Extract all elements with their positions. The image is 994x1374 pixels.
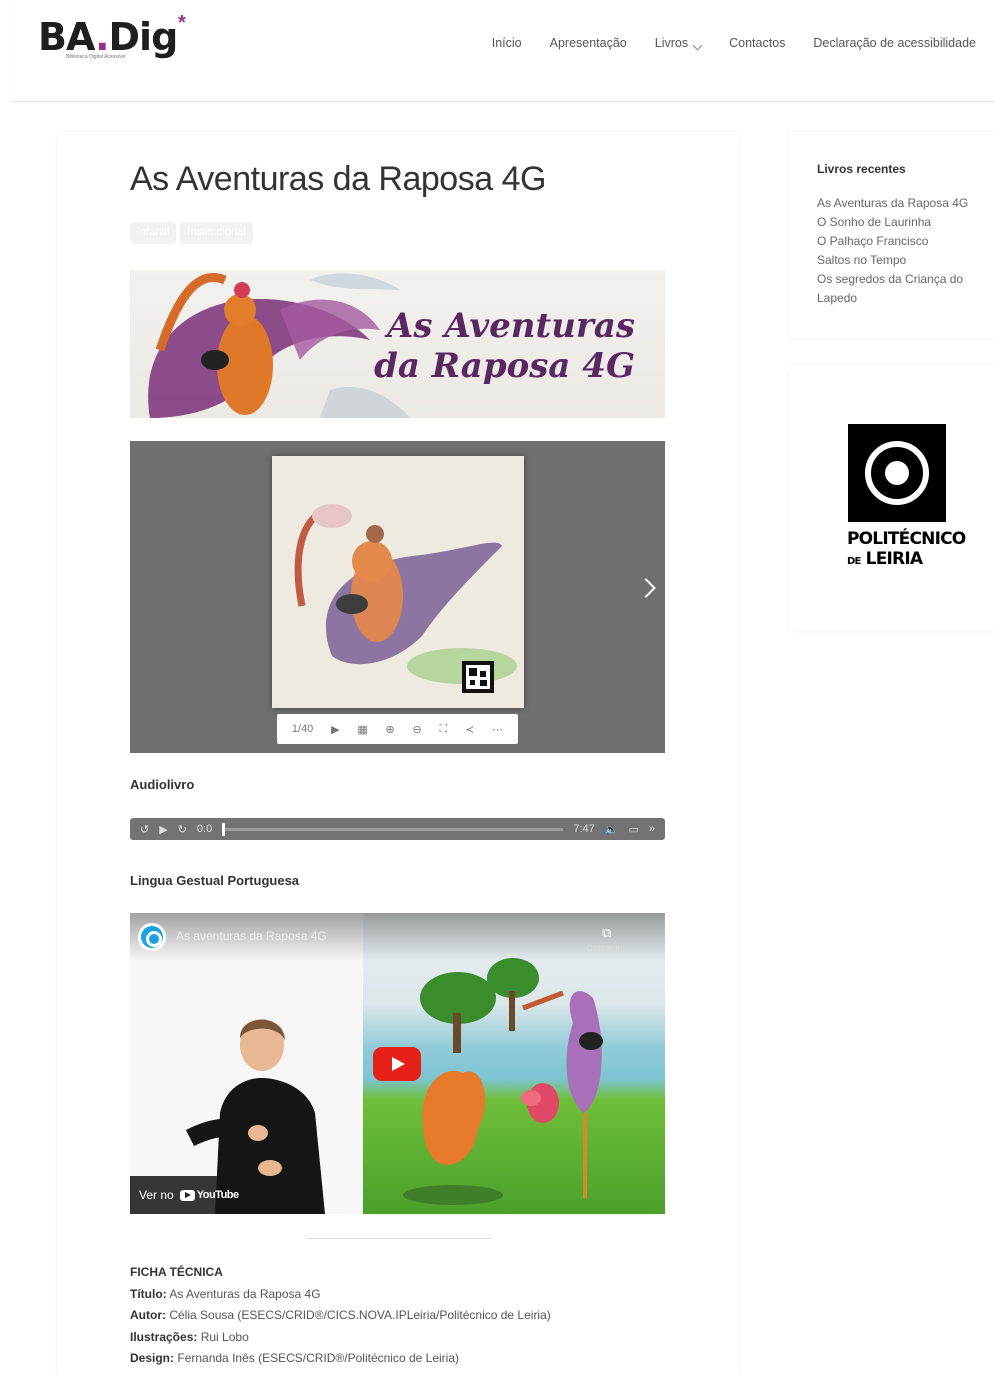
watch-on-youtube-button[interactable]: Ver no YouTube — [130, 1176, 242, 1214]
partner-name: POLITÉCNICO DE LEIRIA — [847, 529, 966, 569]
banner-title: As Aventuras da Raposa 4G — [374, 306, 635, 386]
youtube-embed[interactable]: As aventuras da Raposa 4G ⧉ Copiar li... … — [130, 913, 665, 1214]
video-title[interactable]: As aventuras da Raposa 4G — [176, 929, 327, 943]
technical-sheet: FICHA TÉCNICA Título: As Aventuras da Ra… — [130, 1262, 551, 1370]
recent-book-link[interactable]: As Aventuras da Raposa 4G — [817, 194, 987, 213]
nav-livros[interactable]: Livros — [655, 36, 703, 50]
volume-icon[interactable]: 🔈 — [605, 823, 619, 836]
tag-infantil[interactable]: Infantil — [130, 222, 177, 244]
divider — [306, 1238, 492, 1239]
page-indicator: 1/40 — [291, 723, 314, 735]
copy-icon: ⧉ — [602, 925, 612, 940]
audio-duration: 7:47 — [573, 823, 595, 835]
logo-star-icon: * — [178, 12, 186, 34]
audio-play-icon[interactable]: ▶ — [159, 823, 167, 836]
play-icon[interactable]: ▶ — [331, 723, 339, 736]
audio-current-time: 0:0 — [196, 823, 213, 835]
forward-icon[interactable]: ↻ — [178, 823, 187, 836]
audio-player[interactable]: ↺ ▶ ↻ 0:0 7:47 🔈 ▭ » — [130, 818, 665, 840]
audio-progress-handle[interactable] — [222, 822, 226, 836]
politecnico-leiria-logo-icon[interactable] — [848, 424, 946, 522]
site-header: BA.Dig * Biblioteca Digital Acessível In… — [10, 0, 994, 102]
flipbook-toolbar: 1/40 ▶ ▦ ⊕ ⊖ ⛶ ≺ ⋯ — [277, 714, 518, 744]
channel-avatar[interactable] — [138, 923, 166, 951]
nav-acessibilidade[interactable]: Declaração de acessibilidade — [813, 36, 976, 50]
flipbook-viewer[interactable]: 1/40 ▶ ▦ ⊕ ⊖ ⛶ ≺ ⋯ — [130, 441, 665, 753]
partner-logo-widget: POLITÉCNICO DE LEIRIA — [789, 365, 994, 631]
grid-icon[interactable]: ▦ — [357, 723, 367, 736]
recent-book-link[interactable]: Saltos no Tempo — [817, 251, 987, 270]
nav-contactos[interactable]: Contactos — [729, 36, 785, 50]
audio-progress-bar[interactable] — [222, 822, 564, 836]
ficha-row: Ilustrações: Rui Lobo — [130, 1329, 249, 1344]
rewind-icon[interactable]: ↺ — [140, 823, 149, 836]
copy-link-button[interactable]: ⧉ Copiar li... — [586, 925, 627, 953]
ficha-row: Título: As Aventuras da Raposa 4G — [130, 1286, 321, 1301]
audio-label: Audiolivro — [130, 777, 195, 792]
nav-apresentacao[interactable]: Apresentação — [550, 36, 627, 50]
sign-language-label: Lingua Gestual Portuguesa — [130, 873, 300, 888]
page-title: As Aventuras da Raposa 4G — [130, 160, 546, 198]
site-logo[interactable]: BA.Dig * Biblioteca Digital Acessível — [38, 12, 208, 74]
chevron-down-icon — [692, 40, 703, 50]
zoom-out-icon[interactable]: ⊖ — [413, 723, 422, 736]
recent-books-heading: Livros recentes — [817, 162, 906, 176]
tag-institucional[interactable]: Institucional — [180, 222, 253, 244]
cover-illustration — [272, 456, 524, 708]
main-nav: Início Apresentação Livros Contactos Dec… — [492, 36, 976, 50]
zoom-in-icon[interactable]: ⊕ — [386, 723, 395, 736]
ficha-row: Autor: Célia Sousa (ESECS/CRID®/CICS.NOV… — [130, 1308, 551, 1322]
fullscreen-icon[interactable]: ⛶ — [440, 723, 448, 736]
youtube-play-button[interactable] — [373, 1047, 421, 1081]
ficha-row: Design: Fernanda Inês (ESECS/CRID®/Polit… — [130, 1351, 459, 1365]
recent-books-list: As Aventuras da Raposa 4G O Sonho de Lau… — [817, 194, 987, 308]
logo-subtitle: Biblioteca Digital Acessível — [66, 54, 126, 60]
more-controls-icon[interactable]: » — [649, 823, 655, 835]
next-page-icon[interactable] — [636, 578, 656, 598]
recent-book-link[interactable]: O Sonho de Laurinha — [817, 213, 987, 232]
more-icon[interactable]: ⋯ — [492, 723, 503, 736]
book-banner-image: As Aventuras da Raposa 4G — [130, 270, 665, 418]
recent-book-link[interactable]: O Palhaço Francisco — [817, 232, 987, 251]
nav-inicio[interactable]: Início — [492, 36, 522, 50]
youtube-logo-icon: YouTube — [179, 1189, 239, 1201]
cast-icon[interactable]: ▭ — [628, 823, 638, 836]
share-icon[interactable]: ≺ — [465, 723, 474, 736]
recent-books-widget: Livros recentes As Aventuras da Raposa 4… — [789, 132, 994, 338]
recent-book-link[interactable]: Os segredos da Criança do Lapedo — [817, 270, 987, 308]
tag-list: Infantil Institucional — [130, 222, 253, 244]
technical-sheet-heading: FICHA TÉCNICA — [130, 1265, 223, 1279]
flipbook-page[interactable] — [272, 456, 524, 708]
video-topbar: As aventuras da Raposa 4G ⧉ Copiar li... — [130, 913, 665, 961]
main-content: As Aventuras da Raposa 4G Infantil Insti… — [58, 132, 738, 1374]
